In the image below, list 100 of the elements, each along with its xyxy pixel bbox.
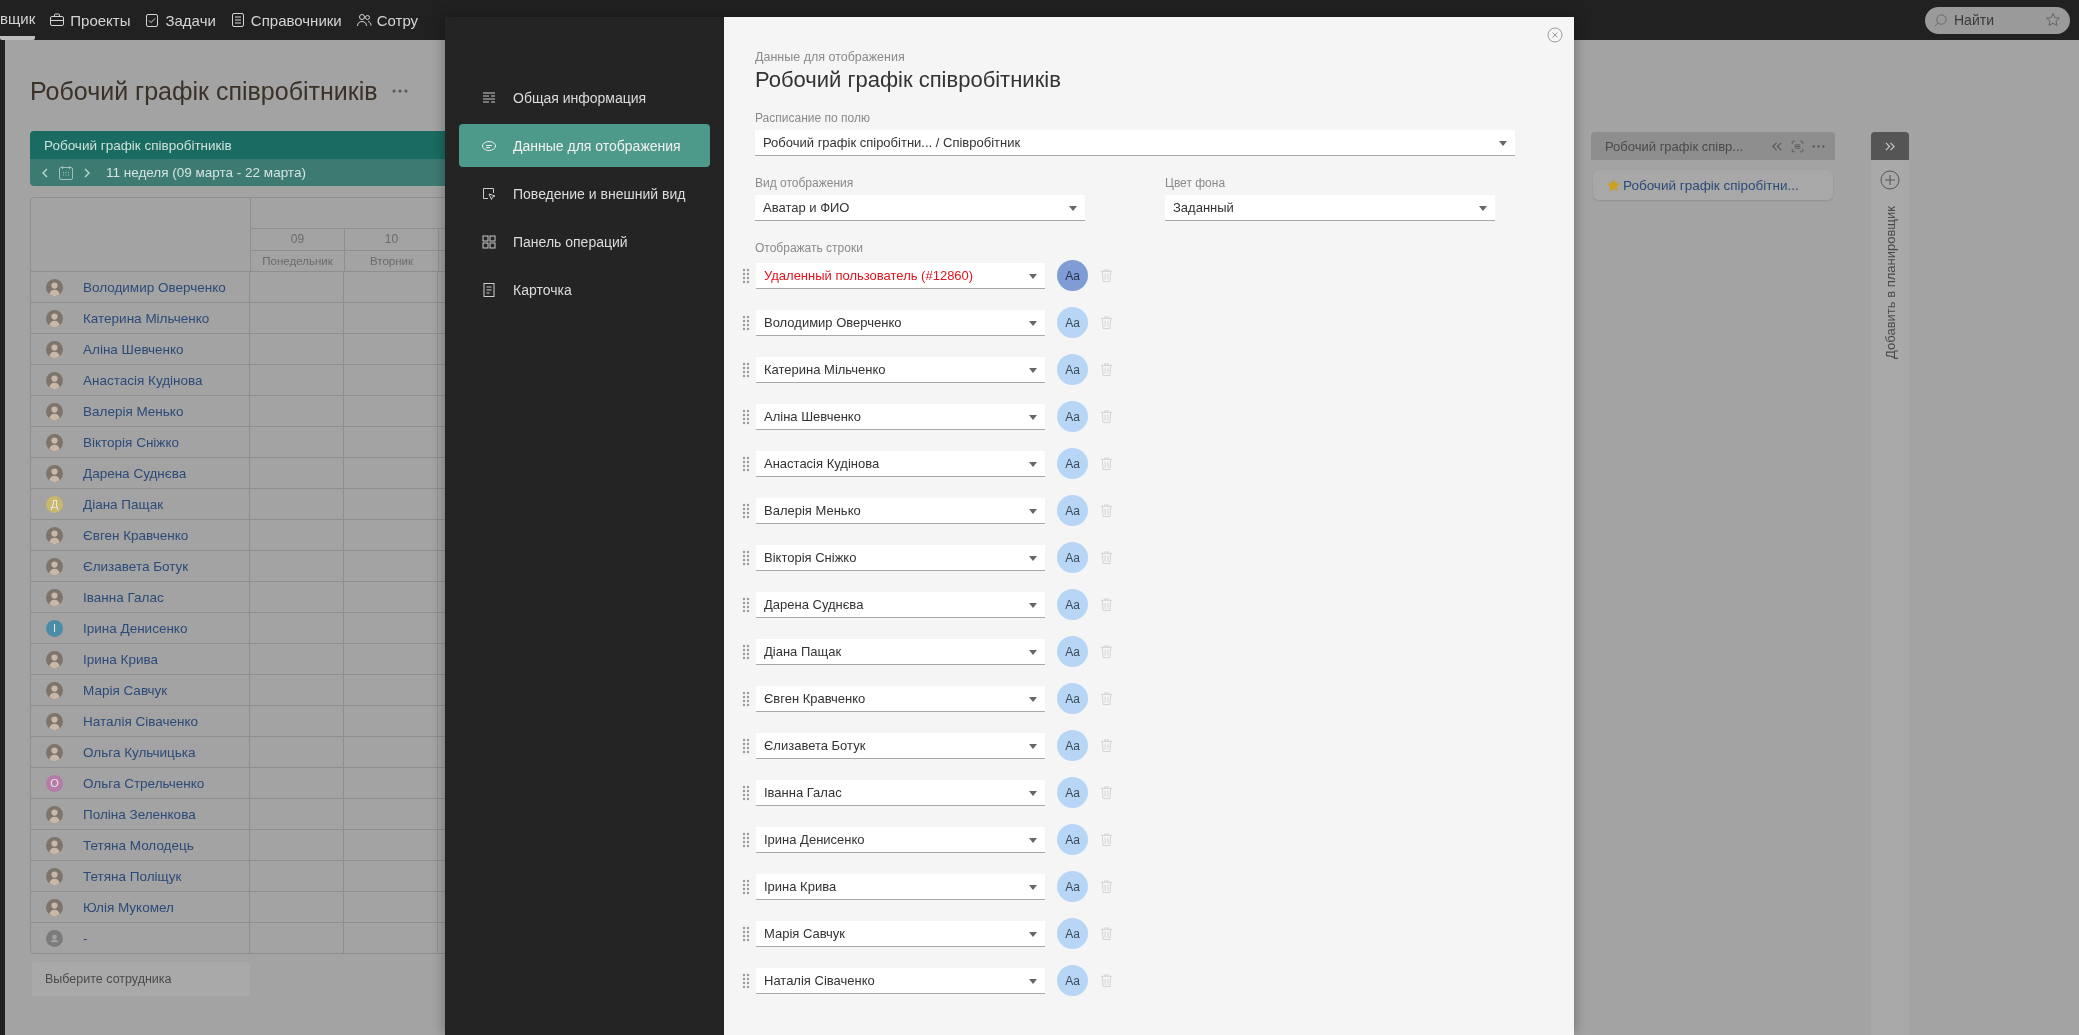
employee-name[interactable]: Діана Пащак [83,496,164,512]
close-icon[interactable] [1547,27,1563,43]
avatar-style-button[interactable]: Aa [1057,965,1088,996]
employee-select[interactable]: Вікторія Сніжко [756,544,1045,571]
employee-name[interactable]: Юлія Мукомел [83,899,174,915]
employee-select[interactable]: Євген Кравченко [756,685,1045,712]
drag-handle-icon[interactable] [742,972,750,989]
employee-name[interactable]: Аліна Шевченко [83,341,184,357]
avatar-style-button[interactable]: Aa [1057,636,1088,667]
avatar-style-button[interactable]: Aa [1057,683,1088,714]
delete-icon[interactable] [1100,879,1113,894]
employee-select[interactable]: Ірина Денисенко [756,826,1045,853]
sidebar-item[interactable]: Поведение и внешний вид [459,172,710,215]
expand-button[interactable] [1871,132,1909,160]
avatar-style-button[interactable]: Aa [1057,777,1088,808]
employee-select[interactable]: Діана Пащак [756,638,1045,665]
drag-handle-icon[interactable] [742,737,750,754]
avatar-style-button[interactable]: Aa [1057,589,1088,620]
delete-icon[interactable] [1100,456,1113,471]
sidebar-item[interactable]: Карточка [459,268,710,311]
sidebar-item[interactable]: Панель операций [459,220,710,263]
employee-select[interactable]: Анастасія Кудінова [756,450,1045,477]
avatar-style-button[interactable]: Aa [1057,307,1088,338]
chevron-left-icon[interactable] [41,166,49,179]
calendar-icon[interactable] [58,164,74,181]
employee-select[interactable]: Марія Савчук [756,920,1045,947]
avatar-style-button[interactable]: Aa [1057,871,1088,902]
employee-name[interactable]: Катерина Мільченко [83,310,210,326]
drag-handle-icon[interactable] [742,878,750,895]
delete-icon[interactable] [1100,315,1113,330]
employee-name[interactable]: - [83,930,88,946]
employee-name[interactable]: Єлизавета Ботук [83,558,189,574]
avatar-style-button[interactable]: Aa [1057,824,1088,855]
chevron-right-icon[interactable] [83,166,91,179]
employee-name[interactable]: Наталія Сіваченко [83,713,198,729]
delete-icon[interactable] [1100,597,1113,612]
delete-icon[interactable] [1100,362,1113,377]
employee-name[interactable]: Володимир Оверченко [83,279,226,295]
scan-icon[interactable] [1791,139,1804,153]
employee-select[interactable]: Валерія Менько [756,497,1045,524]
avatar-style-button[interactable]: Aa [1057,401,1088,432]
delete-icon[interactable] [1100,691,1113,706]
view-mode-select[interactable]: Аватар и ФИО [755,195,1085,221]
employee-name[interactable]: Анастасія Кудінова [83,372,203,388]
drag-handle-icon[interactable] [742,831,750,848]
nav-tab[interactable]: Задачи [144,0,216,40]
avatar-style-button[interactable]: Aa [1057,730,1088,761]
nav-tab[interactable]: Проекты [49,0,131,40]
avatar-style-button[interactable]: Aa [1057,448,1088,479]
nav-tab[interactable]: Сотру [355,0,419,40]
schedule-card[interactable]: Робочий графік спіробітни... [1593,170,1833,200]
employee-name[interactable]: Іванна Галас [83,589,164,605]
employee-name[interactable]: Ірина Крива [83,651,158,667]
employee-select[interactable]: Наталія Сіваченко [756,967,1045,994]
employee-select[interactable]: Ірина Крива [756,873,1045,900]
drag-handle-icon[interactable] [742,502,750,519]
select-employee-button[interactable]: Выберите сотрудника [32,962,250,996]
employee-select[interactable]: Єлизавета Ботук [756,732,1045,759]
avatar-style-button[interactable]: Aa [1057,495,1088,526]
drag-handle-icon[interactable] [742,549,750,566]
delete-icon[interactable] [1100,832,1113,847]
drag-handle-icon[interactable] [742,267,750,284]
avatar-style-button[interactable]: Aa [1057,542,1088,573]
employee-name[interactable]: Валерія Менько [83,403,184,419]
employee-name[interactable]: Тетяна Поліщук [83,868,182,884]
delete-icon[interactable] [1100,973,1113,988]
employee-select[interactable]: Удаленный пользователь (#12860) [756,262,1045,289]
drag-handle-icon[interactable] [742,408,750,425]
delete-icon[interactable] [1100,503,1113,518]
drag-handle-icon[interactable] [742,784,750,801]
employee-name[interactable]: Дарена Суднєва [83,465,187,481]
avatar-style-button[interactable]: Aa [1057,918,1088,949]
search-field[interactable]: Найти [1925,6,2070,34]
employee-select[interactable]: Дарена Суднєва [756,591,1045,618]
employee-select[interactable]: Володимир Оверченко [756,309,1045,336]
drag-handle-icon[interactable] [742,314,750,331]
star-icon[interactable] [2045,11,2061,28]
drag-handle-icon[interactable] [742,361,750,378]
delete-icon[interactable] [1100,926,1113,941]
background-color-select[interactable]: Заданный [1165,195,1495,221]
employee-name[interactable]: Тетяна Молодець [83,837,194,853]
employee-name[interactable]: Ірина Денисенко [83,620,188,636]
drag-handle-icon[interactable] [742,690,750,707]
employee-name[interactable]: Євген Кравченко [83,527,189,543]
employee-name[interactable]: Вікторія Сніжко [83,434,179,450]
drag-handle-icon[interactable] [742,455,750,472]
delete-icon[interactable] [1100,268,1113,283]
avatar-style-button[interactable]: Aa [1057,354,1088,385]
employee-name[interactable]: Ольга Стрельченко [83,775,205,791]
delete-icon[interactable] [1100,550,1113,565]
add-to-planner-label[interactable]: Добавить в планировщик [1882,206,1898,359]
employee-select[interactable]: Іванна Галас [756,779,1045,806]
employee-name[interactable]: Ольга Кульчицька [83,744,196,760]
employee-select[interactable]: Аліна Шевченко [756,403,1045,430]
drag-handle-icon[interactable] [742,925,750,942]
add-icon[interactable] [1880,170,1900,190]
double-chevron-left-icon[interactable] [1770,139,1783,153]
delete-icon[interactable] [1100,409,1113,424]
delete-icon[interactable] [1100,644,1113,659]
sidebar-item[interactable]: Общая информация [459,76,710,119]
